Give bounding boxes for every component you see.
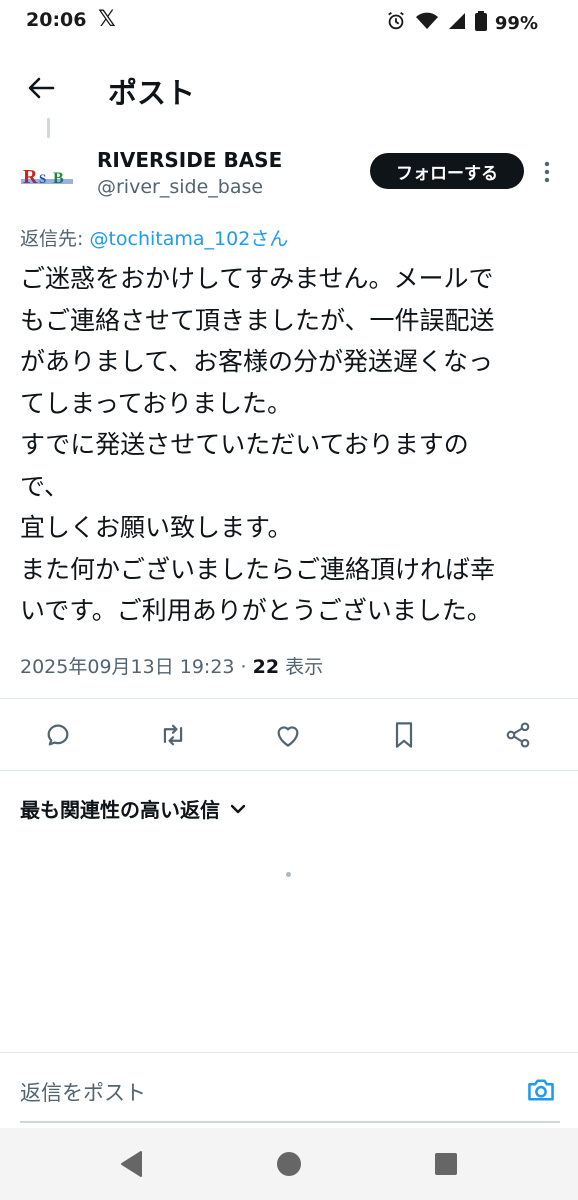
tweet-text-line: いです。ご利用ありがとうございました。 [20, 596, 492, 625]
signal-icon [447, 11, 467, 35]
tweet-text-line: ご迷惑をおかけしてすみません。メールで [20, 264, 494, 293]
share-button[interactable] [495, 712, 541, 758]
square-recents-icon [435, 1153, 457, 1175]
camera-icon [528, 1079, 554, 1101]
camera-button[interactable] [524, 1073, 558, 1107]
reply-composer: 返信をポスト [0, 1052, 578, 1124]
tweet-text-line: てしまっておりました。 [20, 388, 293, 418]
tweet-text-line: また何かございましたらご連絡頂ければ幸 [20, 554, 496, 584]
tweet-text-line: がありまして、お客様の分が発送遅くなっ [20, 347, 494, 376]
more-options-button[interactable] [534, 158, 560, 186]
app-header: ポスト [0, 50, 578, 126]
more-vertical-icon [544, 161, 550, 183]
nav-back-button[interactable] [114, 1146, 150, 1182]
author-handle[interactable]: @river_side_base [97, 176, 263, 198]
divider [0, 698, 578, 699]
svg-text:R: R [23, 166, 38, 188]
tweet-text: ご迷惑をおかけしてすみません。メールで もご連絡させて頂きましたが、一件誤配送 … [20, 258, 568, 632]
divider [0, 770, 578, 771]
avatar[interactable]: R S B [18, 152, 76, 200]
reply-button[interactable] [35, 712, 81, 758]
reply-input[interactable]: 返信をポスト [20, 1077, 146, 1107]
android-nav-bar [0, 1128, 578, 1200]
thread-connector [47, 118, 50, 138]
x-logo-icon: 𝕏 [98, 7, 116, 32]
circle-home-icon [277, 1152, 301, 1176]
battery-percent: 99% [494, 12, 538, 34]
arrow-left-icon [28, 77, 55, 99]
tweet-meta: 2025年09月13日 19:23 · 22 表示 [20, 652, 323, 679]
status-bar: 20:06 𝕏 99% [0, 0, 578, 44]
status-time: 20:06 [26, 9, 87, 31]
wifi-icon [415, 11, 439, 35]
view-label: 表示 [279, 656, 324, 678]
reply-to-mention[interactable]: @tochitama_102さん [89, 228, 288, 250]
retweet-icon [163, 724, 183, 746]
rsb-logo-icon: R S B [21, 164, 73, 188]
battery-icon [474, 11, 487, 35]
triangle-back-icon [121, 1151, 142, 1177]
reply-to-prefix: 返信先: [20, 228, 90, 250]
back-button[interactable] [18, 68, 64, 108]
share-icon [506, 722, 530, 748]
status-icons: 99% [385, 10, 538, 36]
reply-sort-label: 最も関連性の高い返信 [20, 798, 220, 822]
like-button[interactable] [265, 712, 311, 758]
tweet-text-line: で、 [20, 471, 70, 501]
bookmark-icon [395, 722, 413, 748]
chevron-down-icon [230, 804, 246, 813]
timestamp[interactable]: 2025年09月13日 19:23 · [20, 656, 253, 678]
reply-sort-dropdown[interactable]: 最も関連性の高い返信 [20, 794, 246, 823]
loading-indicator [286, 872, 291, 877]
reply-input-underline [20, 1121, 560, 1123]
action-bar [0, 712, 578, 758]
reply-to-line: 返信先: @tochitama_102さん [20, 224, 288, 251]
tweet-text-line: もご連絡させて頂きましたが、一件誤配送 [20, 305, 495, 335]
tweet-text-line: 宜しくお願い致します。 [20, 513, 293, 542]
nav-home-button[interactable] [271, 1146, 307, 1182]
bookmark-button[interactable] [381, 712, 427, 758]
like-icon [277, 726, 299, 747]
page-title: ポスト [108, 76, 196, 110]
alarm-icon [385, 10, 407, 36]
svg-text:B: B [53, 170, 64, 187]
view-count: 22 [252, 656, 280, 678]
tweet-text-line: すでに発送させていただいておりますの [20, 430, 469, 459]
reply-icon [47, 724, 69, 746]
retweet-button[interactable] [150, 712, 196, 758]
nav-recents-button[interactable] [428, 1146, 464, 1182]
author-name[interactable]: RIVERSIDE BASE [97, 148, 282, 172]
follow-button[interactable]: フォローする [370, 153, 524, 189]
